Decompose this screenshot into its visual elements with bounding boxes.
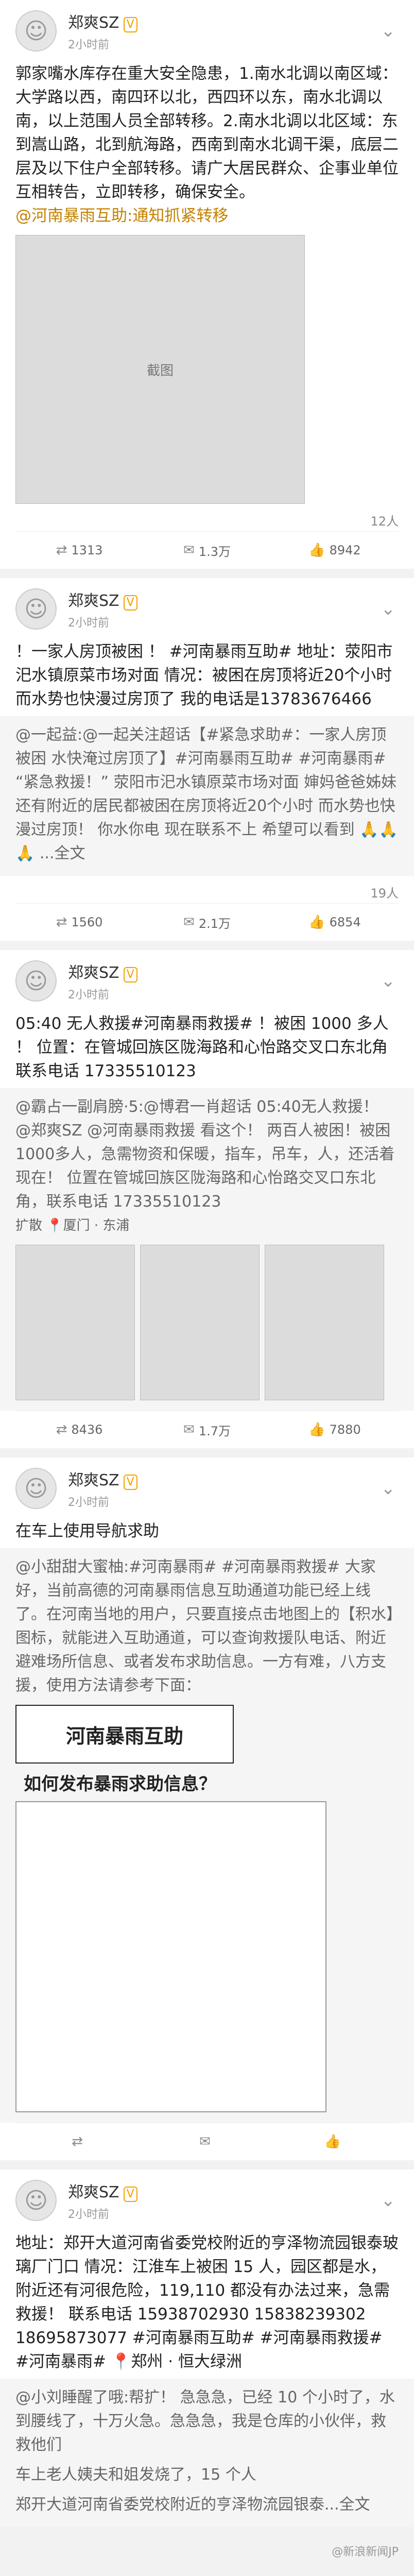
chevron-down-icon[interactable]: ⌄ — [378, 971, 399, 991]
repost-extra: 郑开大道河南省委党校附近的亨泽物流园银泰...全文 — [15, 2496, 370, 2514]
post-card: ☺ 郑爽SZ V 2小时前 ⌄ 郭家嘴水库存在重大安全隐患，1.南水北调以南区域：… — [0, 0, 414, 569]
post-text: ！一家人房顶被困 ！ #河南暴雨互助# 地址：荥阳市汜水镇原菜市场对面 情况：被… — [15, 642, 393, 708]
banner-image[interactable]: 河南暴雨互助 — [15, 1705, 234, 1764]
comment-icon: ✉ — [183, 1422, 195, 1437]
watermark: @新浪新闻JP — [332, 2546, 399, 2558]
repost-button[interactable]: ⇄ 1313 — [15, 532, 143, 569]
avatar[interactable]: ☺ — [15, 1468, 57, 1509]
post-time: 2小时前 — [68, 989, 109, 1002]
comment-icon: ✉ — [183, 543, 195, 558]
post-image[interactable] — [140, 1245, 260, 1400]
post-link[interactable]: @河南暴雨互助:通知抓紧转移 — [15, 204, 399, 228]
post-text: 郭家嘴水库存在重大安全隐患，1.南水北调以南区域：大学路以西，南四环以北，西四环… — [15, 64, 399, 201]
chevron-down-icon[interactable]: ⌄ — [378, 2190, 399, 2211]
post-image[interactable] — [15, 1245, 135, 1400]
post-text: 在车上使用导航求助 — [15, 1522, 159, 1540]
chevron-down-icon[interactable]: ⌄ — [378, 599, 399, 619]
vip-badge: V — [123, 17, 137, 32]
post-time: 2小时前 — [68, 2208, 109, 2221]
repost-icon: ⇄ — [56, 1422, 67, 1437]
repost-button[interactable]: ⇄ — [15, 2123, 143, 2160]
post-card: ☺ 郑爽SZ V 2小时前 ⌄ ！一家人房顶被困 ！ #河南暴雨互助# 地址：荥阳… — [0, 578, 414, 941]
comment-button[interactable]: ✉ 1.7万 — [143, 1411, 271, 1448]
repost-extra: 车上老人姨夫和姐发烧了，15 个人 — [15, 2466, 256, 2484]
repost-text: @霸占一副肩膀·5:@博君一肖超话 05:40无人救援！ @郑爽SZ @河南暴雨… — [15, 1098, 395, 1211]
avatar[interactable]: ☺ — [15, 10, 57, 52]
vip-badge: V — [123, 595, 137, 611]
like-icon: 👍 — [308, 914, 325, 930]
repost-block[interactable]: @小刘睡醒了哦:帮扩！ 急急急，已经 10 个小时了，水到腰线了，十万火急。急急… — [0, 2379, 414, 2527]
chevron-down-icon[interactable]: ⌄ — [378, 21, 399, 41]
vip-badge: V — [123, 2187, 137, 2202]
like-button[interactable]: 👍 — [271, 2123, 399, 2160]
repost-icon: ⇄ — [72, 2134, 83, 2149]
post-time: 2小时前 — [68, 617, 109, 630]
vip-badge: V — [123, 967, 137, 982]
post-text: 05:40 无人救援#河南暴雨救援# ！被困 1000 多人 ！ 位置：在管城回… — [15, 1014, 389, 1080]
username[interactable]: 郑爽SZ V — [68, 1467, 137, 1490]
avatar[interactable]: ☺ — [15, 960, 57, 1002]
post-time: 2小时前 — [68, 1496, 109, 1509]
post-card: ☺ 郑爽SZ V 2小时前 ⌄ 05:40 无人救援#河南暴雨救援# ！被困 10… — [0, 950, 414, 1448]
repost-button[interactable]: ⇄ 1560 — [15, 904, 143, 941]
repost-block[interactable]: @小甜甜大蜜柚:#河南暴雨# #河南暴雨救援# 大家好，当前高德的河南暴雨信息互… — [0, 1548, 414, 2123]
like-button[interactable]: 👍 6854 — [271, 904, 399, 941]
image-caption: 截图 — [146, 363, 174, 379]
repost-button[interactable]: ⇄ 8436 — [15, 1411, 143, 1448]
repost-text: @小刘睡醒了哦:帮扩！ 急急急，已经 10 个小时了，水到腰线了，十万火急。急急… — [15, 2388, 395, 2454]
repost-icon: ⇄ — [56, 914, 67, 930]
post-image[interactable] — [265, 1245, 384, 1400]
like-icon: 👍 — [308, 1422, 325, 1437]
repost-icon: ⇄ — [56, 543, 67, 558]
username[interactable]: 郑爽SZ V — [68, 588, 137, 611]
username[interactable]: 郑爽SZ V — [68, 2179, 137, 2202]
post-image[interactable]: 截图 — [15, 235, 305, 504]
avatar[interactable]: ☺ — [15, 588, 57, 630]
comment-button[interactable]: ✉ 2.1万 — [143, 904, 271, 941]
repost-block[interactable]: @一起益:@一起关注超话【#紧急求助#：一家人房顶被困 水快淹过房顶了】#河南暴… — [0, 716, 414, 876]
comment-button[interactable]: ✉ — [143, 2123, 271, 2160]
post-time: 2小时前 — [68, 39, 109, 52]
vip-badge: V — [123, 1475, 137, 1490]
location[interactable]: 扩散 📍厦门 · 东浦 — [15, 1214, 399, 1238]
like-button[interactable]: 👍 7880 — [271, 1411, 399, 1448]
username[interactable]: 郑爽SZ V — [68, 960, 137, 982]
post-card: ☺ 郑爽SZ V 2小时前 ⌄ 在车上使用导航求助 @小甜甜大蜜柚:#河南暴雨# … — [0, 1458, 414, 2160]
repost-text: @一起益:@一起关注超话【#紧急求助#：一家人房顶被困 水快淹过房顶了】#河南暴… — [15, 726, 398, 862]
like-icon: 👍 — [324, 2134, 341, 2149]
comment-icon: ✉ — [183, 914, 195, 930]
post-text: 地址：郑开大道河南省委党校附近的亨泽物流园银泰玻璃厂门口 情况：江淮车上被困 1… — [15, 2234, 399, 2371]
post-card: ☺ 郑爽SZ V 2小时前 ⌄ 地址：郑开大道河南省委党校附近的亨泽物流园银泰玻璃… — [0, 2170, 414, 2527]
question-title: 如何发布暴雨求助信息？ — [24, 1774, 216, 1794]
username[interactable]: 郑爽SZ V — [68, 10, 137, 32]
repost-block[interactable]: @霸占一副肩膀·5:@博君一肖超话 05:40无人救援！ @郑爽SZ @河南暴雨… — [0, 1088, 414, 1411]
repost-text: @小甜甜大蜜柚:#河南暴雨# #河南暴雨救援# 大家好，当前高德的河南暴雨信息互… — [15, 1558, 394, 1694]
like-summary: 12人 — [370, 514, 399, 529]
comment-icon: ✉ — [199, 2134, 211, 2149]
chevron-down-icon[interactable]: ⌄ — [378, 1478, 399, 1499]
post-image[interactable] — [15, 1801, 326, 2112]
comment-button[interactable]: ✉ 1.3万 — [143, 532, 271, 569]
like-button[interactable]: 👍 8942 — [271, 532, 399, 569]
like-icon: 👍 — [308, 543, 325, 558]
banner-title: 河南暴雨互助 — [65, 1724, 183, 1748]
like-summary: 19人 — [370, 886, 399, 901]
avatar[interactable]: ☺ — [15, 2180, 57, 2221]
